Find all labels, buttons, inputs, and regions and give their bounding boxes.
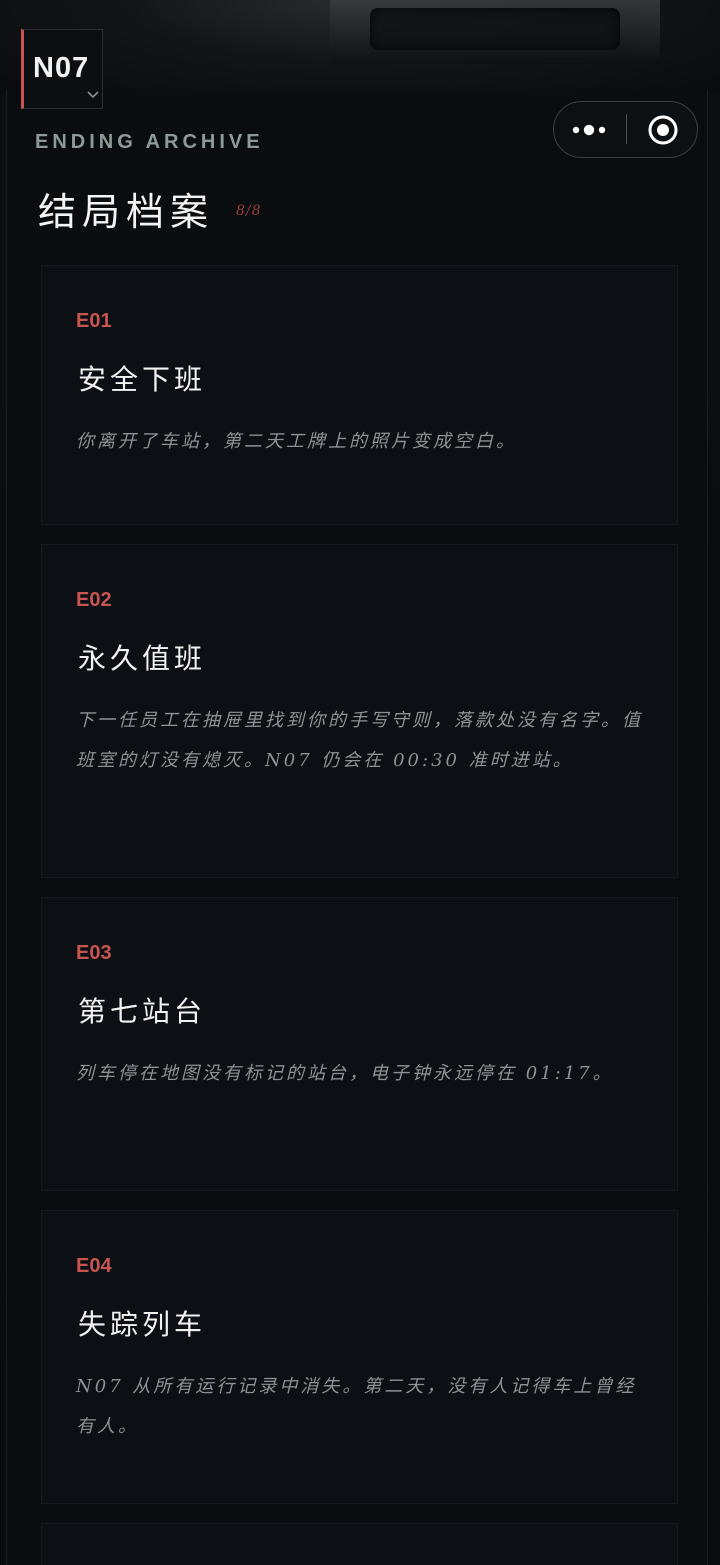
ending-description: 列车停在地图没有标记的站台，电子钟永远停在 01:17。 bbox=[76, 1063, 614, 1084]
ending-code: E01 bbox=[76, 310, 112, 332]
chevron-down-icon bbox=[87, 91, 99, 99]
page-title: 结局档案 bbox=[38, 190, 215, 234]
ending-card-e04[interactable]: E04 失踪列车 N07 从所有运行记录中消失。第二天，没有人记得车上曾经有人。 bbox=[41, 1210, 678, 1504]
ending-title: 安全下班 bbox=[78, 363, 207, 396]
top-decoration bbox=[0, 0, 720, 92]
train-number: N07 bbox=[33, 52, 90, 84]
ending-title: 永久值班 bbox=[78, 642, 207, 675]
ending-code: E02 bbox=[76, 589, 112, 611]
ending-card-e05[interactable] bbox=[41, 1523, 678, 1565]
close-button[interactable] bbox=[627, 102, 697, 156]
section-overline: ENDING ARCHIVE bbox=[35, 131, 264, 153]
ending-description: 你离开了车站，第二天工牌上的照片变成空白。 bbox=[76, 431, 517, 452]
ending-description: 下一任员工在抽屉里找到你的手写守则，落款处没有名字。值班室的灯没有熄灭。N07 … bbox=[76, 710, 643, 771]
ending-archive-page: E01 安全下班 你离开了车站，第二天工牌上的照片变成空白。 E02 永久值班 … bbox=[0, 0, 720, 1565]
ending-code: E04 bbox=[76, 1255, 112, 1277]
more-button[interactable] bbox=[554, 102, 626, 156]
target-circle-icon bbox=[648, 115, 678, 145]
ceiling-fixture-image bbox=[330, 0, 660, 64]
ending-description: N07 从所有运行记录中消失。第二天，没有人记得车上曾经有人。 bbox=[76, 1376, 637, 1437]
ending-card-e01[interactable]: E01 安全下班 你离开了车站，第二天工牌上的照片变成空白。 bbox=[41, 265, 678, 525]
ending-count: 8/8 bbox=[236, 203, 262, 219]
ending-title: 失踪列车 bbox=[78, 1308, 207, 1341]
more-dots-icon bbox=[572, 124, 606, 136]
ending-card-e03[interactable]: E03 第七站台 列车停在地图没有标记的站台，电子钟永远停在 01:17。 bbox=[41, 897, 678, 1191]
ending-code: E03 bbox=[76, 942, 112, 964]
train-badge[interactable]: N07 bbox=[21, 29, 103, 109]
ending-card-e02[interactable]: E02 永久值班 下一任员工在抽屉里找到你的手写守则，落款处没有名字。值班室的灯… bbox=[41, 544, 678, 878]
mini-program-capsule bbox=[553, 101, 698, 158]
content-panel: E01 安全下班 你离开了车站，第二天工牌上的照片变成空白。 E02 永久值班 … bbox=[6, 90, 708, 1565]
ending-title: 第七站台 bbox=[78, 995, 207, 1028]
